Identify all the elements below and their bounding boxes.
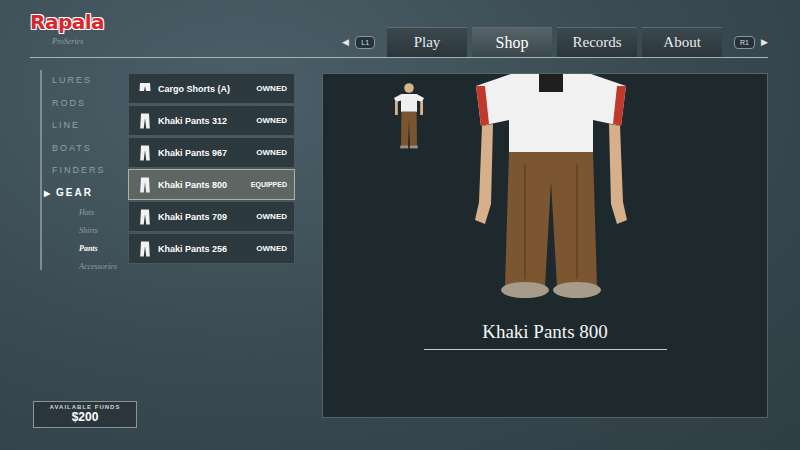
category-item[interactable]: BOATS [52,141,128,164]
subcategory-item[interactable]: Hats [79,205,128,221]
funds-label: AVAILABLE FUNDS [50,404,121,410]
item-row[interactable]: Khaki Pants 800 EQUIPPED [128,169,295,200]
item-name: Khaki Pants 312 [158,116,249,126]
left-column: LURESRODSLINEBOATSFINDERS▶GEARHats Shirts… [33,73,295,428]
item-status: OWNED [256,148,287,157]
category-sidebar: LURESRODSLINEBOATSFINDERS▶GEARHats Shirts… [40,70,128,270]
item-name: Khaki Pants 967 [158,148,249,158]
item-status: OWNED [256,116,287,125]
item-row[interactable]: Khaki Pants 312 OWNED [128,105,295,136]
subcategory-list: Hats Shirts Pants Accessories [57,205,128,275]
item-title: Khaki Pants 800 [482,321,608,343]
l1-button[interactable]: L1 [355,36,375,49]
logo-sub: ProSeries [52,34,104,50]
title-underline [424,349,667,350]
prev-arrow[interactable]: ◀ [342,37,349,47]
item-list: Cargo Shorts (A) OWNED Khaki Pants 312 OWNE… [128,73,295,270]
subcategory-item[interactable]: Pants [79,241,128,257]
subcategory-item[interactable]: Shirts [79,223,128,239]
logo: Rapala ProSeries [30,12,104,50]
category-item[interactable]: FINDERS [52,163,128,186]
funds-amount: $200 [72,410,99,424]
item-name: Khaki Pants 800 [158,180,244,190]
pants-icon [139,241,151,257]
tab-bar: PlayShopRecordsAbout [387,27,722,57]
item-status: OWNED [256,244,287,253]
item-status: OWNED [256,84,287,93]
item-row[interactable]: Khaki Pants 256 OWNED [128,233,295,264]
item-name: Cargo Shorts (A) [158,84,249,94]
pants-icon [139,145,151,161]
item-status: EQUIPPED [251,181,287,188]
pants-icon [139,113,151,129]
shop-body: LURESRODSLINEBOATSFINDERS▶GEARHats Shirts… [30,73,768,450]
category-item[interactable]: ▶GEAR [44,186,128,209]
subcategory-item[interactable]: Accessories [79,259,128,275]
main-nav: ◀ L1 PlayShopRecordsAbout R1 ▶ [342,27,768,57]
character-thumbnail-icon [389,82,429,150]
selected-marker-icon: ▶ [44,189,52,198]
preview-panel: Khaki Pants 800 [322,73,768,418]
pants-icon [139,209,151,225]
shorts-icon [139,81,151,97]
item-name: Khaki Pants 256 [158,244,249,254]
shop-screen: Rapala ProSeries ◀ L1 PlayShopRecordsAbout R1… [0,0,800,450]
character-model-icon [441,74,661,301]
r1-button[interactable]: R1 [734,36,755,49]
item-name: Khaki Pants 709 [158,212,249,222]
nav-tab[interactable]: Play [387,27,467,57]
item-row[interactable]: Khaki Pants 967 OWNED [128,137,295,168]
top-bar: Rapala ProSeries ◀ L1 PlayShopRecordsAbout R1… [30,12,768,58]
pants-icon [139,177,151,193]
item-row[interactable]: Cargo Shorts (A) OWNED [128,73,295,104]
character-stage[interactable] [323,74,767,301]
category-item[interactable]: RODS [52,96,128,119]
category-item[interactable]: LURES [52,73,128,96]
item-status: OWNED [256,212,287,221]
available-funds: AVAILABLE FUNDS$200 [33,401,137,428]
nav-tab[interactable]: About [642,27,722,57]
category-item[interactable]: LINE [52,118,128,141]
next-arrow[interactable]: ▶ [761,37,768,47]
nav-tab[interactable]: Records [557,27,637,57]
item-row[interactable]: Khaki Pants 709 OWNED [128,201,295,232]
browser: LURESRODSLINEBOATSFINDERS▶GEARHats Shirts… [33,73,295,270]
nav-tab[interactable]: Shop [472,27,552,57]
logo-brand: Rapala [30,12,104,32]
